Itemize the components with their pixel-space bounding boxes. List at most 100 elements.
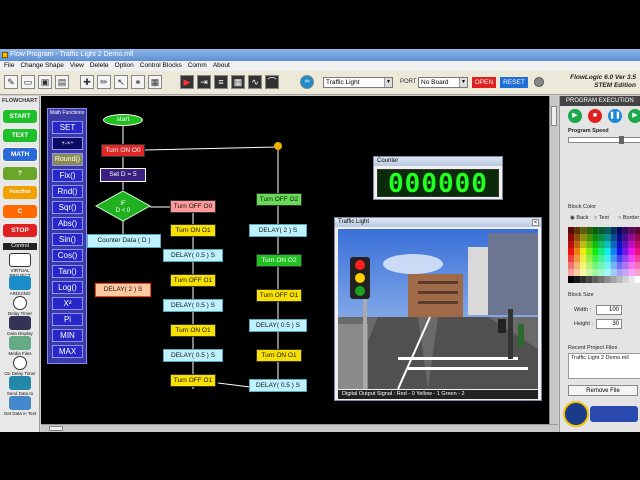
col2-turn-off-o1-node[interactable]: Turn OFF O1: [256, 289, 302, 302]
color-swatch[interactable]: [616, 255, 623, 262]
math-tan-button[interactable]: Tan(): [52, 265, 83, 278]
color-palette[interactable]: [568, 227, 640, 283]
math-cos-button[interactable]: Cos(): [52, 249, 83, 262]
col1-turn-off-o1-node[interactable]: Turn OFF O1: [170, 374, 216, 387]
color-swatch[interactable]: [574, 234, 581, 241]
color-swatch[interactable]: [604, 255, 611, 262]
color-swatch[interactable]: [580, 262, 587, 269]
math-fix-button[interactable]: Fix(): [52, 169, 83, 182]
color-swatch[interactable]: [586, 248, 593, 255]
color-swatch[interactable]: [622, 276, 629, 283]
color-swatch[interactable]: [616, 276, 623, 283]
math-max-button[interactable]: MAX: [52, 345, 83, 358]
if-decision-node[interactable]: IF D < 0: [95, 190, 151, 222]
color-swatch[interactable]: [634, 276, 640, 283]
turn-on-o2-node[interactable]: Turn ON O2: [256, 254, 302, 267]
color-swatch[interactable]: [610, 248, 617, 255]
turn-on-o0-node[interactable]: Turn ON O0: [101, 144, 145, 157]
color-swatch[interactable]: [610, 227, 617, 234]
turn-off-o0-node[interactable]: Turn OFF O0: [170, 200, 216, 213]
play-icon[interactable]: ▶: [568, 109, 582, 123]
color-swatch[interactable]: [592, 262, 599, 269]
delay-2s-left-node[interactable]: DELAY( 2 ) S: [95, 283, 151, 297]
recent-files-list[interactable]: Traffic Light 2 Demo.mll: [568, 353, 640, 379]
set-d-node[interactable]: Set D = 5: [100, 168, 146, 182]
close-icon[interactable]: ×: [532, 219, 539, 226]
color-swatch[interactable]: [628, 255, 635, 262]
color-swatch[interactable]: [586, 241, 593, 248]
color-swatch[interactable]: [622, 234, 629, 241]
color-swatch[interactable]: [586, 269, 593, 276]
col2-delay-node[interactable]: DELAY( 0.5 ) S: [249, 319, 307, 332]
height-input[interactable]: 30: [596, 319, 622, 329]
color-swatch[interactable]: [622, 262, 629, 269]
color-swatch[interactable]: [586, 255, 593, 262]
col1-turn-on-o1-node[interactable]: Turn ON O1: [170, 324, 216, 337]
color-swatch[interactable]: [616, 269, 623, 276]
color-swatch[interactable]: [580, 248, 587, 255]
color-swatch[interactable]: [622, 241, 629, 248]
color-swatch[interactable]: [604, 227, 611, 234]
color-swatch[interactable]: [616, 241, 623, 248]
radio-border[interactable]: ○ Border: [618, 215, 639, 221]
color-swatch[interactable]: [598, 227, 605, 234]
color-swatch[interactable]: [598, 241, 605, 248]
start-node[interactable]: start: [103, 114, 143, 126]
vertical-scrollbar[interactable]: [549, 96, 558, 424]
speed-slider-thumb[interactable]: [619, 136, 624, 144]
color-swatch[interactable]: [610, 262, 617, 269]
math-set-button[interactable]: SET: [52, 121, 83, 134]
scroll-thumb[interactable]: [551, 106, 557, 126]
color-swatch[interactable]: [586, 227, 593, 234]
math-rnd-button[interactable]: Rnd(): [52, 185, 83, 198]
color-swatch[interactable]: [604, 269, 611, 276]
color-swatch[interactable]: [592, 227, 599, 234]
color-swatch[interactable]: [568, 269, 575, 276]
color-swatch[interactable]: [586, 276, 593, 283]
color-swatch[interactable]: [592, 255, 599, 262]
math-square-button[interactable]: X²: [52, 297, 83, 310]
color-swatch[interactable]: [592, 248, 599, 255]
color-swatch[interactable]: [574, 227, 581, 234]
horizontal-scrollbar[interactable]: [41, 424, 558, 432]
col2-delay-node[interactable]: DELAY( 0.5 ) S: [249, 379, 307, 392]
color-swatch[interactable]: [592, 234, 599, 241]
color-swatch[interactable]: [598, 262, 605, 269]
color-swatch[interactable]: [610, 241, 617, 248]
color-swatch[interactable]: [580, 227, 587, 234]
color-swatch[interactable]: [598, 234, 605, 241]
color-swatch[interactable]: [574, 255, 581, 262]
col1-delay-node[interactable]: DELAY( 0.5 ) S: [163, 249, 223, 262]
color-swatch[interactable]: [580, 255, 587, 262]
color-swatch[interactable]: [592, 269, 599, 276]
color-swatch[interactable]: [580, 269, 587, 276]
color-swatch[interactable]: [574, 248, 581, 255]
radio-text[interactable]: ○ Text: [594, 215, 609, 221]
color-swatch[interactable]: [628, 234, 635, 241]
color-swatch[interactable]: [610, 234, 617, 241]
color-swatch[interactable]: [616, 227, 623, 234]
color-swatch[interactable]: [592, 241, 599, 248]
color-swatch[interactable]: [598, 269, 605, 276]
speed-slider[interactable]: [568, 136, 640, 144]
math-round-button[interactable]: Round(): [52, 153, 83, 166]
color-swatch[interactable]: [574, 276, 581, 283]
color-swatch[interactable]: [628, 248, 635, 255]
color-swatch[interactable]: [580, 234, 587, 241]
color-swatch[interactable]: [604, 276, 611, 283]
col1-turn-on-o1-node[interactable]: Turn ON O1: [170, 224, 216, 237]
radio-back[interactable]: ◉ Back: [570, 215, 589, 221]
color-swatch[interactable]: [574, 241, 581, 248]
color-swatch[interactable]: [634, 255, 640, 262]
col2-delay-2s-node[interactable]: DELAY( 2 ) S: [249, 224, 307, 237]
turn-off-o2-node[interactable]: Turn OFF O2: [256, 193, 302, 206]
color-swatch[interactable]: [568, 276, 575, 283]
color-swatch[interactable]: [628, 241, 635, 248]
stop-icon[interactable]: ■: [588, 109, 602, 123]
remove-file-button[interactable]: Remove File: [568, 385, 638, 396]
color-swatch[interactable]: [628, 276, 635, 283]
color-swatch[interactable]: [598, 276, 605, 283]
scroll-thumb[interactable]: [49, 426, 63, 431]
color-swatch[interactable]: [610, 255, 617, 262]
math-arith-button[interactable]: +-×÷: [52, 137, 83, 150]
